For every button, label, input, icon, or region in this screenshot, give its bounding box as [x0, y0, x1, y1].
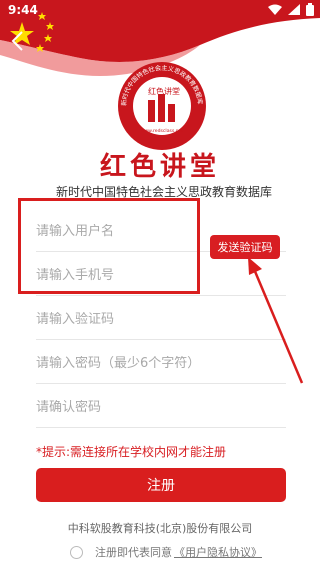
confirm-password-field[interactable] [36, 387, 286, 428]
logo-text: 红色讲堂 [148, 86, 180, 96]
back-button[interactable] [8, 30, 32, 54]
logo-url: www.redsclass.net [141, 128, 184, 134]
register-hint: *提示:需连接所在学校内网才能注册 [36, 445, 227, 459]
wifi-icon [268, 4, 282, 15]
signal-icon [288, 4, 300, 15]
status-time: 9:44 [8, 3, 38, 17]
company-name: 中科软股教育科技(北京)股份有限公司 [67, 522, 253, 535]
register-button[interactable]: 注册 [36, 468, 286, 502]
agree-radio[interactable] [70, 545, 83, 559]
annotation-arrow [248, 257, 304, 384]
confirm-password-input[interactable] [36, 399, 286, 415]
agreement-row: 注册即代表同意 《用户隐私协议》 [70, 544, 262, 560]
agreement-text: 注册即代表同意 [95, 546, 172, 559]
status-icons [268, 3, 314, 16]
brand-title: 红色讲堂 [99, 152, 220, 182]
chevron-left-icon [11, 31, 23, 51]
battery-icon [306, 3, 314, 16]
privacy-policy-link[interactable]: 《用户隐私协议》 [174, 544, 262, 560]
status-bar: 9:44 [0, 0, 320, 22]
annotation-box [18, 198, 200, 294]
logo-seal: 新时代中国特色社会主义思政教育数据库 红色讲堂 www.redsclass.ne… [118, 62, 206, 150]
